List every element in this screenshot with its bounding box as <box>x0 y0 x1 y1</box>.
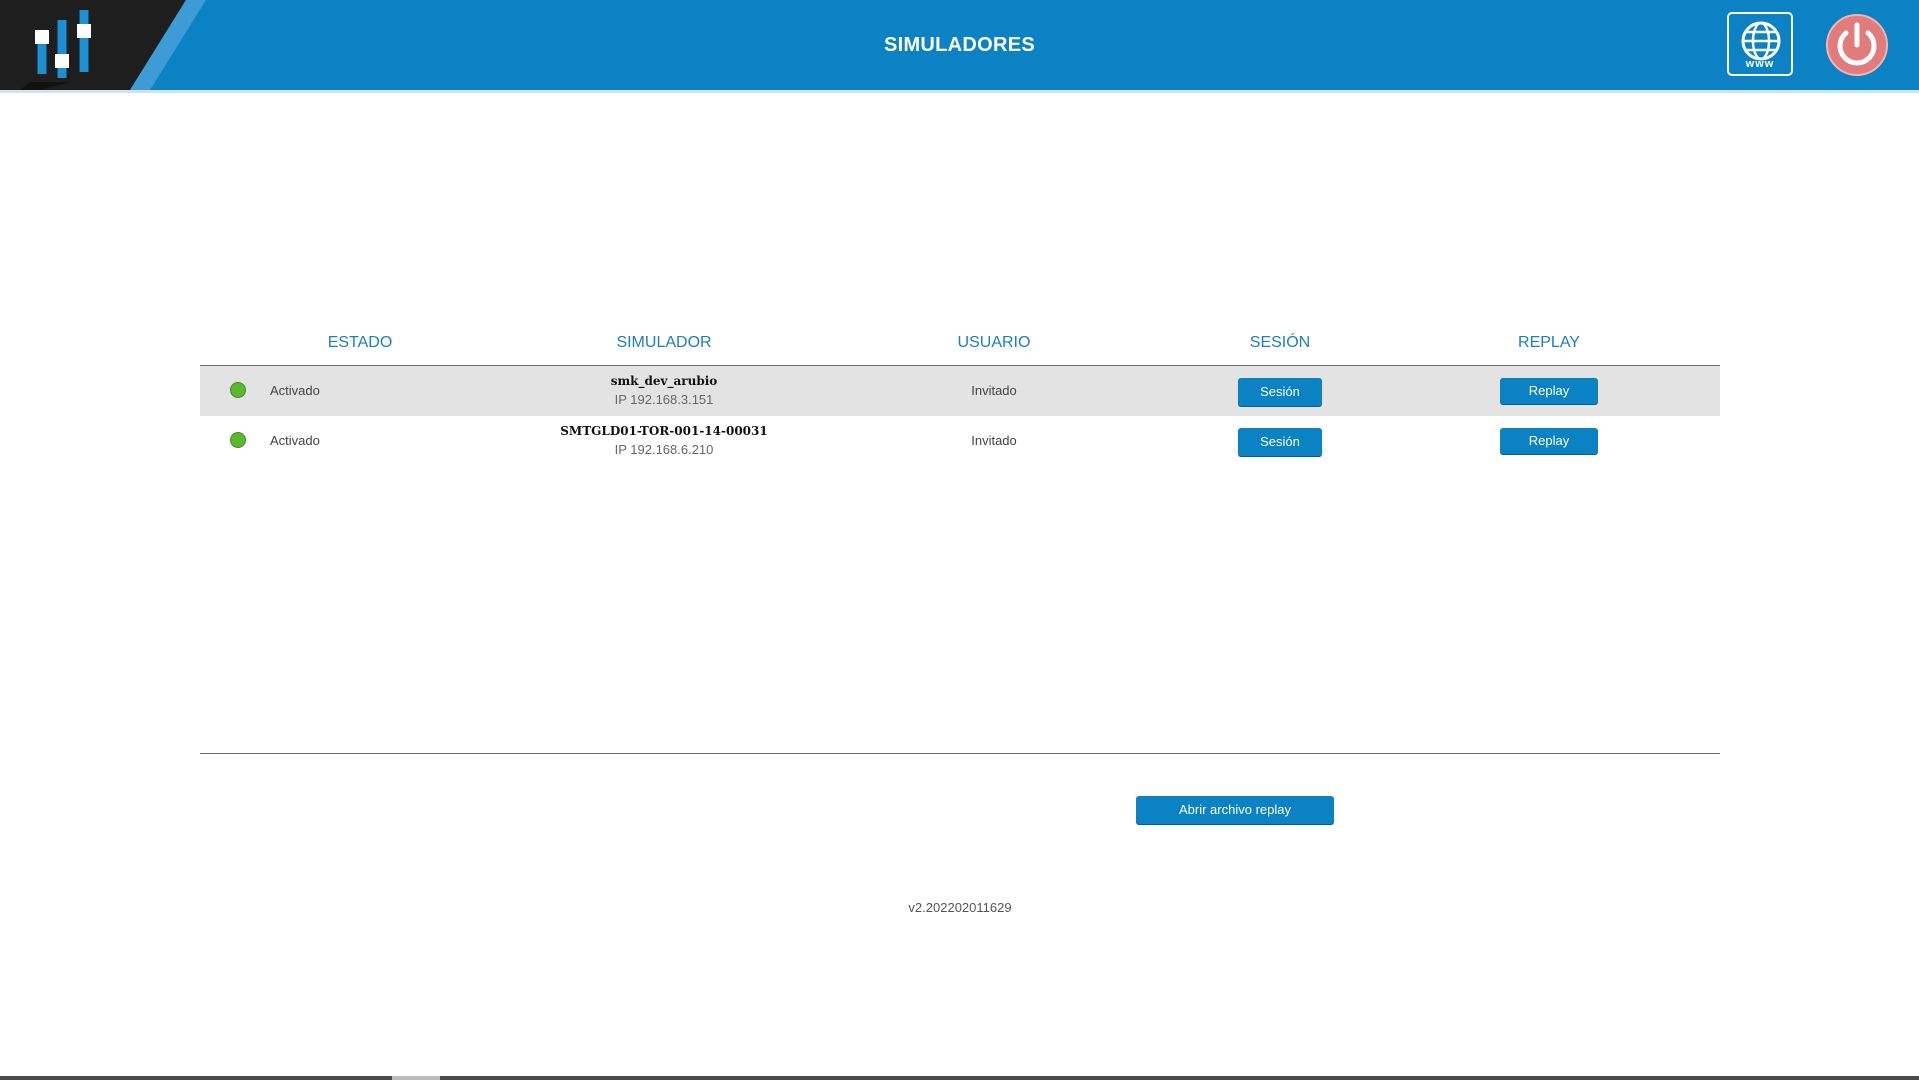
www-label: www <box>1745 58 1775 70</box>
session-button[interactable]: Sesión <box>1238 428 1322 456</box>
page: SIMULADORES www ESTADO SIMULADOR USUARIO… <box>0 0 1919 1080</box>
table-row: Activado SMTGLD01-TOR-001-14-00031 IP 19… <box>200 416 1720 466</box>
session-button[interactable]: Sesión <box>1238 378 1322 406</box>
simulator-name: smk_dev_arubio <box>610 374 718 388</box>
app-header: SIMULADORES www <box>0 0 1919 90</box>
status-indicator-icon <box>230 432 246 448</box>
open-replay-file-button[interactable]: Abrir archivo replay <box>1136 796 1334 824</box>
column-header-replay: REPLAY <box>1518 334 1580 351</box>
version-label: v2.202202011629 <box>908 900 1012 915</box>
column-header-sesion: SESIÓN <box>1249 334 1311 351</box>
status-label: Activado <box>270 383 320 398</box>
status-label: Activado <box>270 433 320 448</box>
website-button[interactable]: www <box>1727 12 1793 76</box>
simulator-name: SMTGLD01-TOR-001-14-00031 <box>560 424 768 438</box>
user-label: Invitado <box>971 433 1017 448</box>
page-title: SIMULADORES <box>883 34 1036 56</box>
column-header-estado: ESTADO <box>327 334 393 351</box>
simulator-ip: IP 192.168.6.210 <box>614 442 714 457</box>
power-icon <box>1826 14 1888 76</box>
table-row: Activado smk_dev_arubio IP 192.168.3.151… <box>200 366 1720 416</box>
column-header-simulador: SIMULADOR <box>616 334 712 351</box>
bottom-scrollbar <box>0 1076 1919 1080</box>
user-label: Invitado <box>971 383 1017 398</box>
divider <box>200 753 1720 754</box>
replay-button[interactable]: Replay <box>1500 378 1598 404</box>
power-button[interactable] <box>1826 14 1888 76</box>
table-header: ESTADO SIMULADOR USUARIO SESIÓN REPLAY <box>200 320 1720 366</box>
simulators-table: ESTADO SIMULADOR USUARIO SESIÓN REPLAY A… <box>200 320 1720 466</box>
globe-icon <box>1741 21 1781 61</box>
status-indicator-icon <box>230 382 246 398</box>
scrollbar-thumb[interactable] <box>392 1076 440 1080</box>
replay-button[interactable]: Replay <box>1500 428 1598 454</box>
column-header-usuario: USUARIO <box>957 334 1031 351</box>
simulator-ip: IP 192.168.3.151 <box>614 392 714 407</box>
